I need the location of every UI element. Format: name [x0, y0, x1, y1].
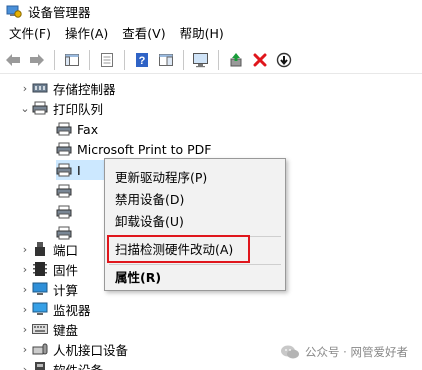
- tree-item-printer[interactable]: [56, 202, 77, 222]
- svg-text:?: ?: [139, 55, 146, 67]
- expand-chevron-icon[interactable]: ›: [18, 279, 32, 299]
- tree-item-label: I: [77, 162, 81, 178]
- tree-item-label: 软件设备: [53, 362, 104, 370]
- update-driver-button[interactable]: [225, 49, 247, 71]
- port-icon: [32, 241, 48, 257]
- toolbar-separator: [89, 50, 90, 70]
- tree-item-label: 监视器: [53, 302, 91, 318]
- computer-icon: [32, 281, 48, 297]
- printer-icon: [56, 183, 72, 199]
- wechat-logo-icon: [280, 344, 300, 360]
- firmware-icon: [32, 261, 48, 277]
- printer-icon: [56, 121, 72, 137]
- printer-icon: [32, 100, 48, 116]
- tree-item-label: 人机接口设备: [53, 342, 129, 358]
- down-arrow-circle-icon: [276, 52, 292, 68]
- tree-item-human-interface-devices[interactable]: › 人机接口设备: [18, 339, 128, 359]
- menu-item-disable-device[interactable]: 禁用设备(D): [105, 189, 285, 211]
- tree-item-fax[interactable]: Fax: [56, 119, 98, 139]
- help-button[interactable]: ?: [131, 49, 153, 71]
- forward-arrow-icon: [30, 54, 44, 66]
- expand-chevron-icon[interactable]: ›: [18, 259, 32, 279]
- tree-item-storage-controllers[interactable]: › 存储控制器: [18, 78, 116, 98]
- tree-item-label: 存储控制器: [53, 81, 116, 97]
- properties-button[interactable]: [96, 49, 118, 71]
- tree-item-label: 计算: [53, 282, 79, 298]
- show-hide-console-tree-button[interactable]: [61, 49, 83, 71]
- expand-chevron-icon[interactable]: ›: [18, 299, 32, 319]
- tree-item-software-devices[interactable]: › 软件设备: [18, 359, 103, 370]
- toolbar-separator: [54, 50, 55, 70]
- menu-item-properties[interactable]: 属性(R): [105, 267, 285, 289]
- hid-icon: [32, 341, 48, 357]
- tree-item-label: Fax: [77, 121, 99, 137]
- disable-device-button[interactable]: [273, 49, 295, 71]
- context-menu: 更新驱动程序(P) 禁用设备(D) 卸载设备(U) 扫描检测硬件改动(A) 属性…: [104, 158, 286, 291]
- tree-item-firmware[interactable]: › 固件: [18, 259, 78, 279]
- uninstall-button[interactable]: [249, 49, 271, 71]
- view-pane-icon: [159, 54, 173, 66]
- tree-item-microsoft-print-to-pdf[interactable]: Microsoft Print to PDF: [56, 139, 211, 159]
- properties-icon: [101, 53, 113, 67]
- menu-item-update-driver[interactable]: 更新驱动程序(P): [105, 167, 285, 189]
- title-bar: 设备管理器: [0, 0, 422, 22]
- tree-item-label: Microsoft Print to PDF: [77, 141, 212, 157]
- back-arrow-icon: [6, 54, 20, 66]
- tree-item-label: 端口: [53, 242, 79, 258]
- expand-chevron-icon[interactable]: ›: [18, 359, 32, 370]
- view-button[interactable]: [155, 49, 177, 71]
- tree-item-label: 固件: [53, 262, 79, 278]
- tree-item-monitors[interactable]: › 监视器: [18, 299, 91, 319]
- window-title: 设备管理器: [28, 4, 91, 20]
- expand-chevron-icon[interactable]: ›: [18, 339, 32, 359]
- tree-item-ports[interactable]: › 端口: [18, 239, 78, 259]
- forward-button[interactable]: [26, 49, 48, 71]
- menu-view[interactable]: 查看(V): [115, 22, 172, 46]
- menu-item-uninstall-device[interactable]: 卸载设备(U): [105, 211, 285, 233]
- tree-item-computer[interactable]: › 计算: [18, 279, 78, 299]
- menu-file[interactable]: 文件(F): [2, 22, 58, 46]
- expand-chevron-icon[interactable]: ›: [18, 78, 32, 98]
- software-device-icon: [32, 361, 48, 370]
- printer-icon: [56, 162, 72, 178]
- toolbar-separator: [183, 50, 184, 70]
- device-manager-icon: [6, 3, 22, 19]
- printer-icon: [56, 141, 72, 157]
- menu-action[interactable]: 操作(A): [58, 22, 115, 46]
- help-icon: ?: [136, 53, 148, 67]
- highlight-annotation-box: [107, 235, 250, 263]
- toolbar: ?: [0, 47, 422, 74]
- back-button[interactable]: [2, 49, 24, 71]
- watermark: 公众号 · 网管爱好者: [280, 344, 408, 360]
- console-tree-icon: [65, 54, 79, 66]
- tree-item-label: 键盘: [53, 322, 79, 338]
- update-driver-icon: [230, 53, 242, 67]
- watermark-text: 公众号 · 网管爱好者: [305, 345, 408, 359]
- tree-item-label: 打印队列: [53, 101, 104, 117]
- tree-item-print-queues[interactable]: ⌄ 打印队列: [18, 98, 103, 118]
- red-x-icon: [253, 53, 267, 67]
- collapse-chevron-icon[interactable]: ⌄: [18, 98, 32, 118]
- expand-chevron-icon[interactable]: ›: [18, 239, 32, 259]
- scan-hardware-button[interactable]: [190, 49, 212, 71]
- menu-divider: [109, 264, 281, 265]
- menu-help[interactable]: 帮助(H): [173, 22, 231, 46]
- storage-controller-icon: [32, 80, 48, 96]
- toolbar-separator: [124, 50, 125, 70]
- printer-icon: [56, 204, 72, 220]
- menu-bar: 文件(F) 操作(A) 查看(V) 帮助(H): [0, 22, 422, 46]
- keyboard-icon: [32, 321, 48, 337]
- monitor-icon: [32, 301, 48, 317]
- tree-item-keyboards[interactable]: › 键盘: [18, 319, 78, 339]
- toolbar-separator: [218, 50, 219, 70]
- monitor-scan-icon: [193, 53, 208, 68]
- tree-item-printer[interactable]: [56, 181, 77, 201]
- expand-chevron-icon[interactable]: ›: [18, 319, 32, 339]
